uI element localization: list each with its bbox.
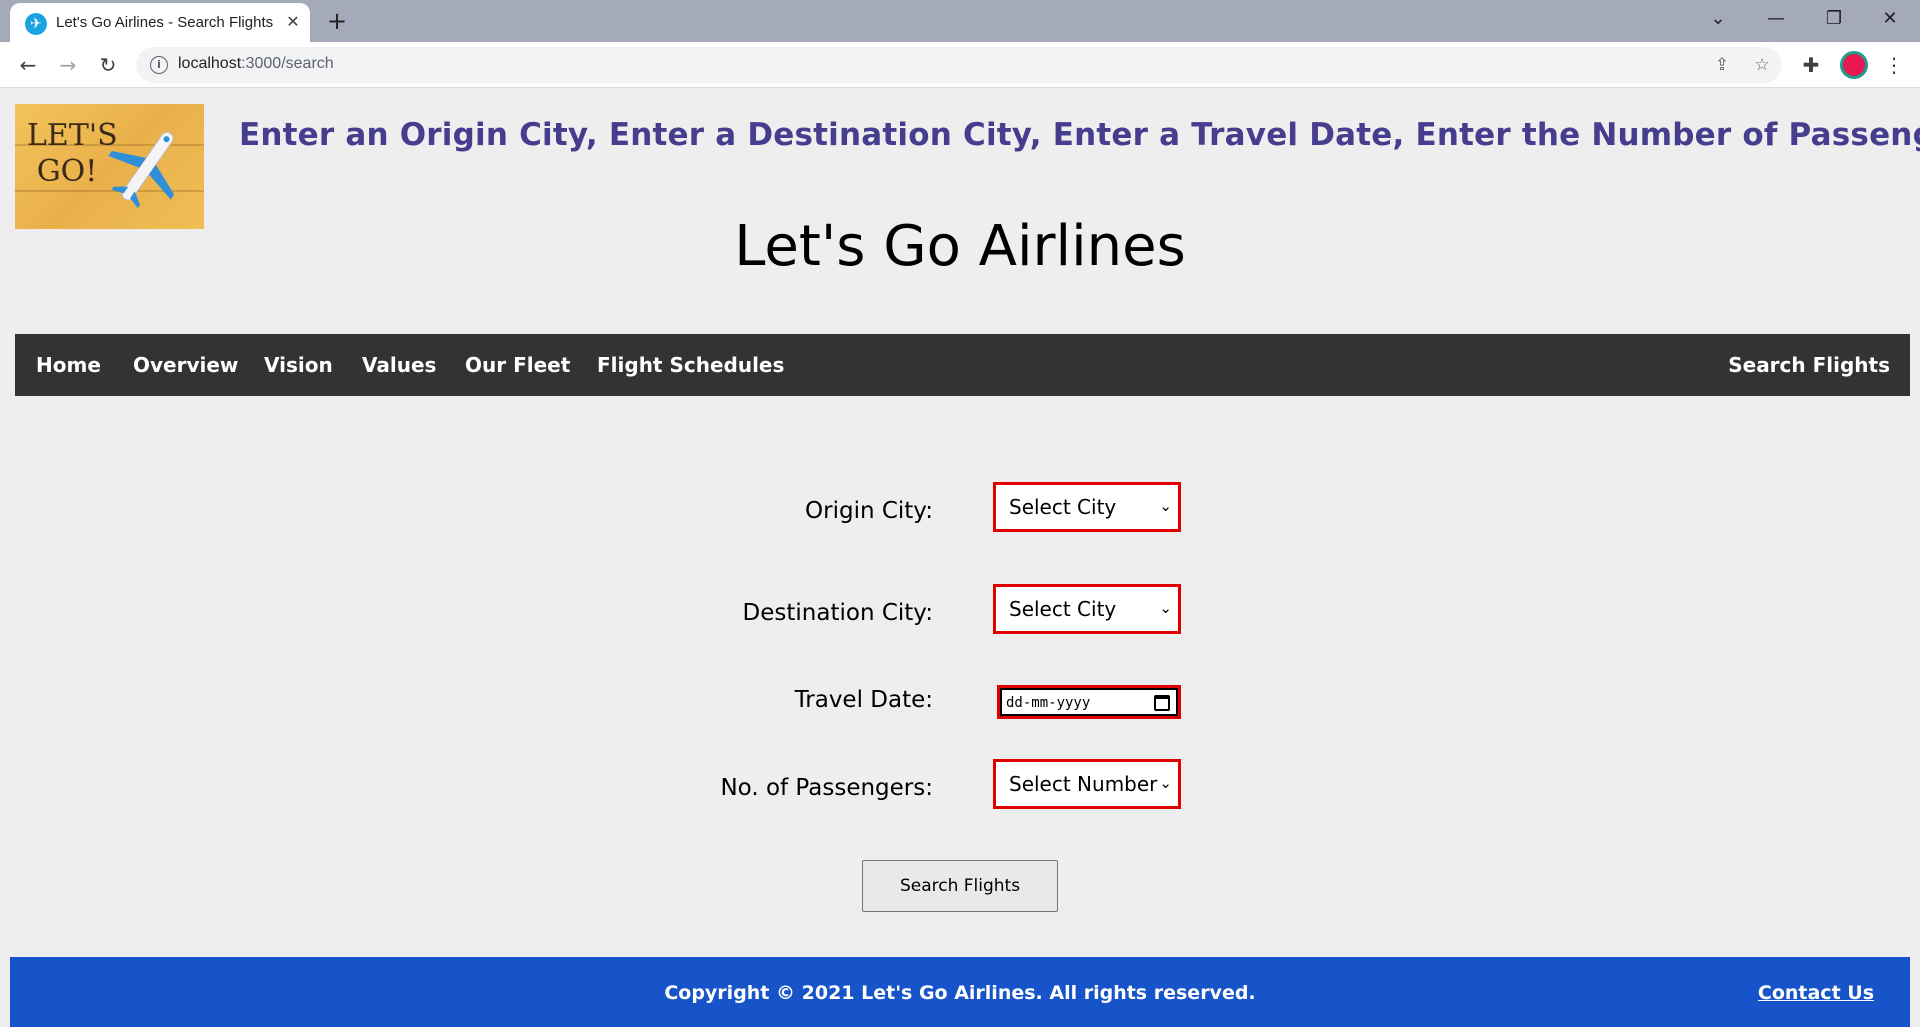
- url-path: :3000/search: [241, 55, 334, 72]
- passengers-label: No. of Passengers:: [720, 775, 933, 801]
- main-navbar: Home Overview Vision Values Our Fleet Fl…: [15, 334, 1910, 396]
- url-host: localhost: [178, 55, 242, 72]
- copyright-text: Copyright © 2021 Let's Go Airlines. All …: [664, 982, 1256, 1004]
- restore-icon[interactable]: ❐: [1806, 0, 1862, 38]
- reload-icon[interactable]: ↻: [92, 49, 124, 81]
- info-icon[interactable]: i: [150, 56, 168, 74]
- share-icon[interactable]: ⇪: [1710, 53, 1734, 77]
- passengers-select[interactable]: Select Number ⌄: [993, 759, 1181, 809]
- nav-home[interactable]: Home: [36, 353, 101, 377]
- calendar-icon[interactable]: [1154, 695, 1170, 711]
- tab-search-chevron-icon[interactable]: ⌄: [1690, 0, 1746, 38]
- nav-values[interactable]: Values: [362, 353, 436, 377]
- bookmark-star-icon[interactable]: ☆: [1750, 53, 1774, 77]
- close-icon[interactable]: ✕: [282, 11, 304, 33]
- menu-dots-icon[interactable]: ⋮: [1880, 51, 1908, 79]
- profile-avatar[interactable]: [1840, 51, 1868, 79]
- browser-tab[interactable]: ✈ Let's Go Airlines - Search Flights ✕: [10, 3, 310, 42]
- nav-overview[interactable]: Overview: [133, 353, 238, 377]
- destination-city-select[interactable]: Select City ⌄: [993, 584, 1181, 634]
- chevron-down-icon: ⌄: [1159, 774, 1172, 792]
- airplane-favicon-icon: ✈: [25, 13, 47, 35]
- extensions-puzzle-icon[interactable]: ✚: [1797, 51, 1825, 79]
- nav-flight-schedules[interactable]: Flight Schedules: [597, 353, 784, 377]
- destination-city-label: Destination City:: [742, 600, 933, 626]
- footer: Copyright © 2021 Let's Go Airlines. All …: [10, 957, 1910, 1027]
- airline-logo: LET'S GO!: [15, 104, 204, 229]
- back-arrow-icon[interactable]: ←: [12, 49, 44, 81]
- chevron-down-icon: ⌄: [1159, 497, 1172, 515]
- origin-city-value: Select City: [1009, 495, 1117, 519]
- search-flights-button[interactable]: Search Flights: [862, 860, 1058, 912]
- new-tab-button[interactable]: +: [324, 8, 350, 34]
- origin-city-select[interactable]: Select City ⌄: [993, 482, 1181, 532]
- nav-our-fleet[interactable]: Our Fleet: [465, 353, 570, 377]
- window-close-icon[interactable]: ✕: [1862, 0, 1918, 38]
- travel-date-input[interactable]: dd-mm-yyyy: [997, 685, 1181, 719]
- forward-arrow-icon[interactable]: →: [52, 49, 84, 81]
- date-placeholder: dd-mm-yyyy: [1006, 695, 1091, 711]
- minimize-icon[interactable]: —: [1748, 0, 1804, 38]
- origin-city-label: Origin City:: [805, 498, 933, 524]
- chevron-down-icon: ⌄: [1159, 599, 1172, 617]
- address-bar[interactable]: i localhost:3000/search ⇪ ☆: [136, 47, 1782, 83]
- nav-vision[interactable]: Vision: [264, 353, 333, 377]
- browser-tab-strip: ✈ Let's Go Airlines - Search Flights ✕ +…: [0, 0, 1920, 42]
- url-text[interactable]: localhost:3000/search: [178, 55, 334, 73]
- travel-date-label: Travel Date:: [794, 687, 933, 713]
- browser-toolbar: ← → ↻ i localhost:3000/search ⇪ ☆ ✚ ⋮: [0, 42, 1920, 88]
- date-input-inner: dd-mm-yyyy: [1000, 688, 1178, 716]
- destination-city-value: Select City: [1009, 597, 1117, 621]
- logo-text: LET'S GO!: [27, 118, 118, 190]
- logo-line-1: LET'S: [27, 118, 118, 153]
- passengers-value: Select Number: [1009, 772, 1158, 796]
- instructions-heading: Enter an Origin City, Enter a Destinatio…: [239, 117, 1920, 153]
- page-title: Let's Go Airlines: [734, 214, 1186, 279]
- logo-line-2: GO!: [36, 154, 98, 189]
- airplane-icon: [108, 131, 175, 209]
- page-content: LET'S GO! Enter an Origin City, Enter a …: [0, 89, 1920, 1027]
- nav-search-flights[interactable]: Search Flights: [1728, 353, 1890, 377]
- contact-us-link[interactable]: Contact Us: [1758, 982, 1874, 1004]
- tab-title: Let's Go Airlines - Search Flights: [56, 14, 274, 31]
